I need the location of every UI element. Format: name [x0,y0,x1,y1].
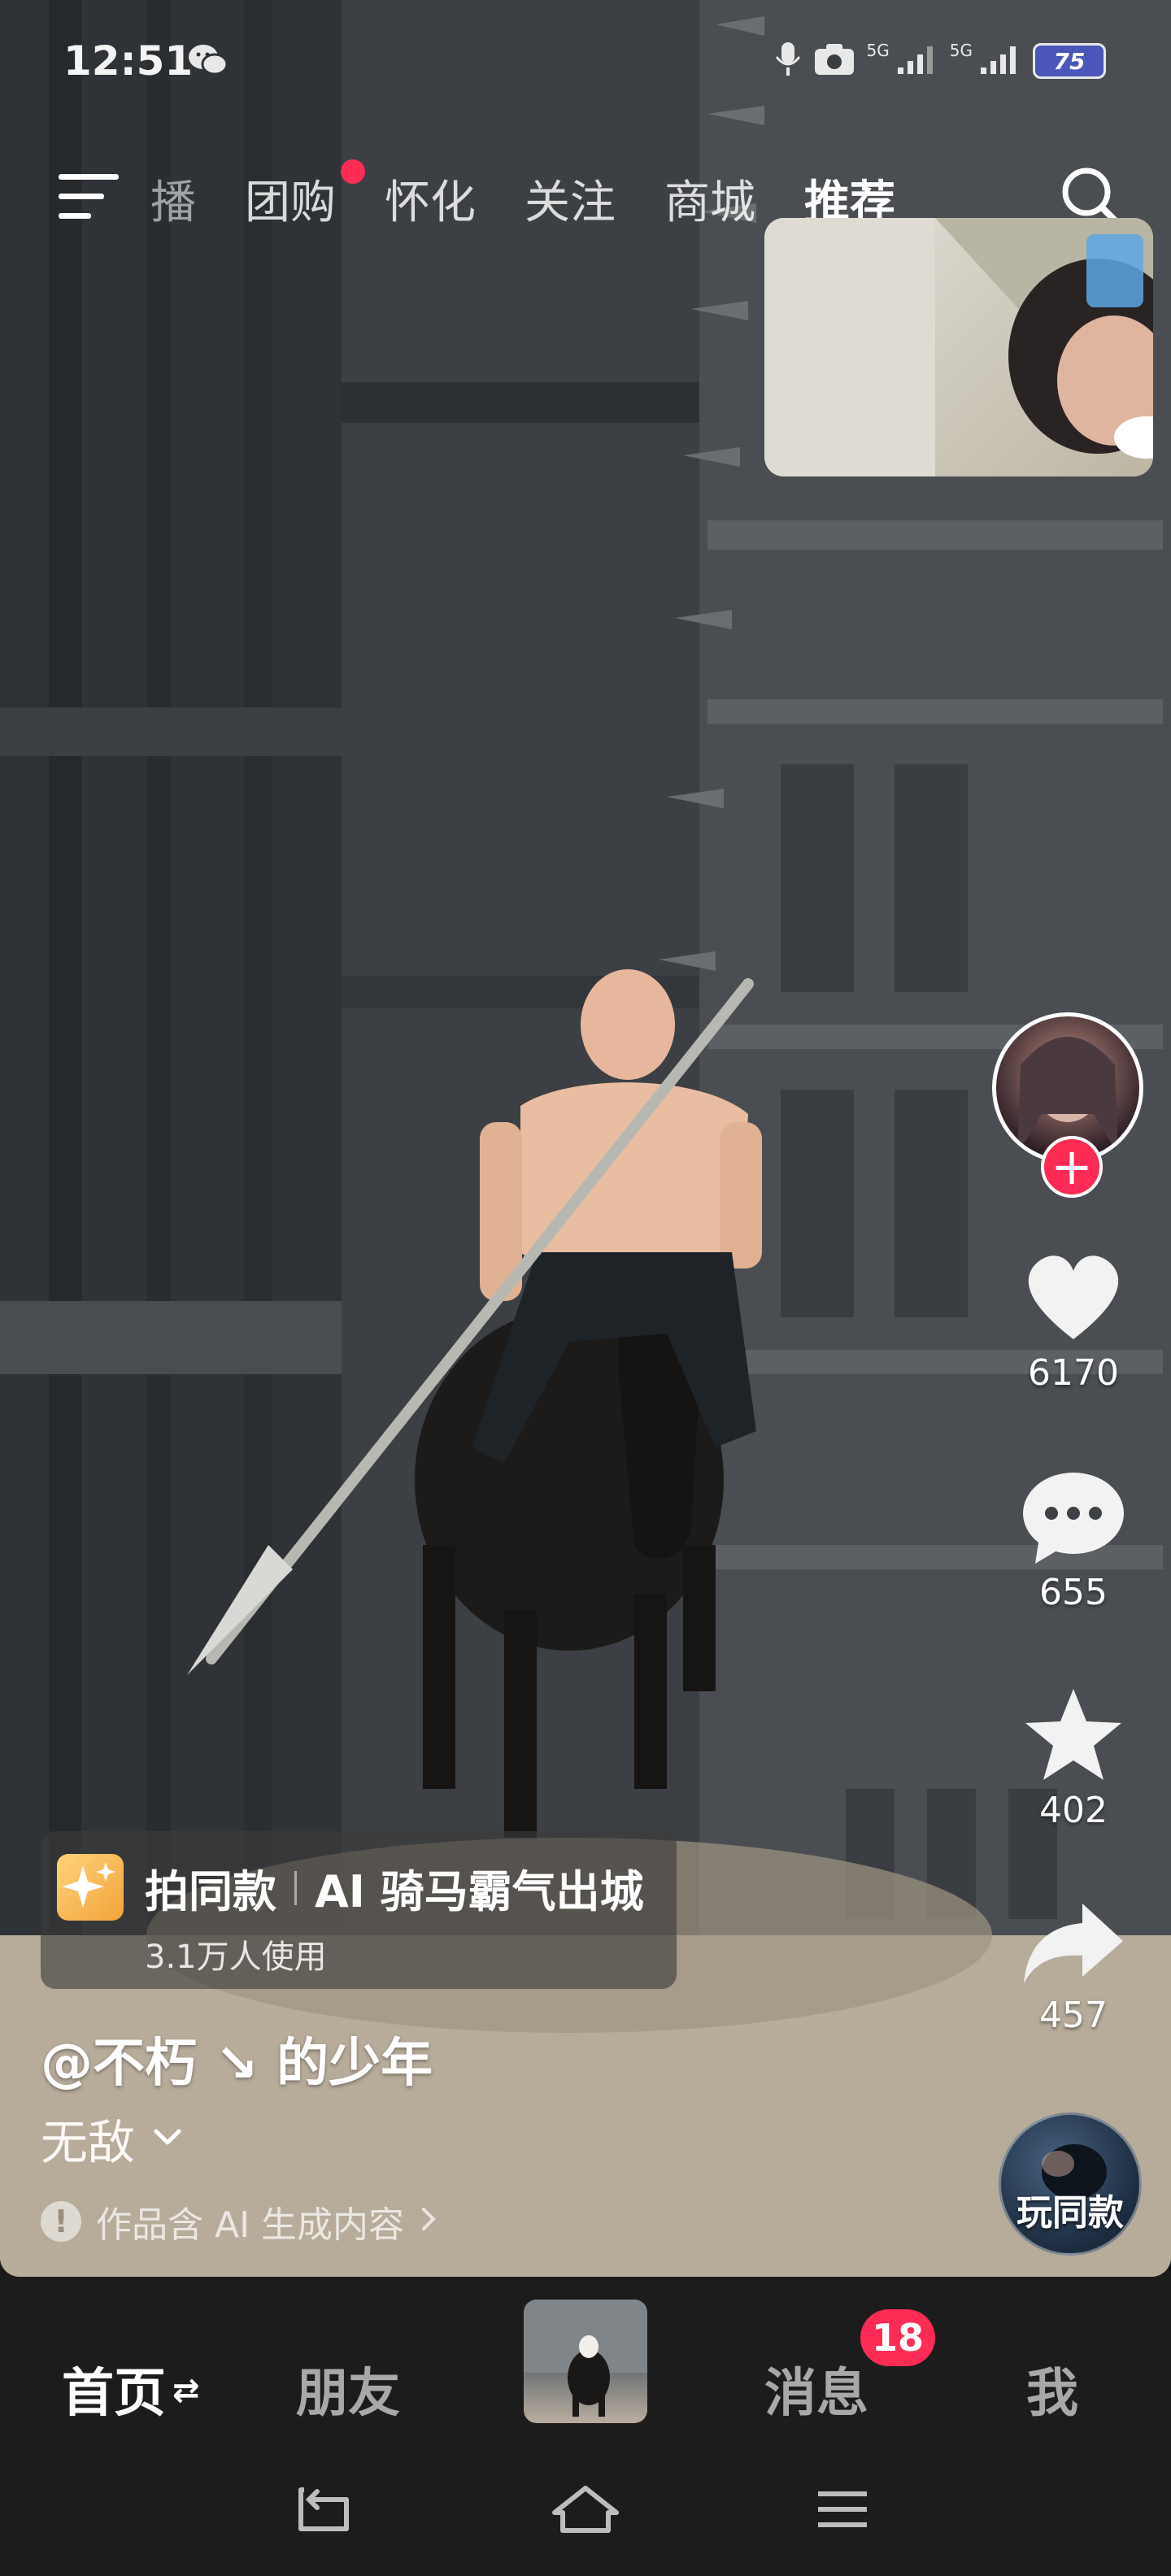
info-icon: ! [41,2201,81,2242]
caption-row[interactable]: 无敌 [41,2104,185,2173]
favorite-action[interactable]: 402 [984,1686,1163,1831]
douyin-video-screen: 12:51 5G 5G 75 播 团购 怀化 关注 商城 推荐 + 6170 6… [0,0,1171,2576]
comment-count: 655 [1039,1572,1108,1613]
share-action[interactable]: 457 [984,1899,1163,2036]
follow-button[interactable]: + [1041,1136,1103,1198]
ai-content-notice[interactable]: ! 作品含 AI 生成内容 [41,2195,440,2247]
tab-mall[interactable]: 商城 [664,166,755,232]
divider [294,1870,297,1905]
recents-icon[interactable] [813,2483,872,2539]
tab-home[interactable]: 首页 ⇄ [62,2352,200,2426]
system-navigation-bar [0,2448,1171,2576]
status-bar: 12:51 5G 5G 75 [0,0,1171,130]
signal-icon-2 [979,43,1021,79]
tab-live[interactable]: 播 [150,166,196,232]
caption-text: 无敌 [41,2115,136,2170]
create-button[interactable] [524,2300,647,2423]
play-same-label: 玩同款 [1016,2192,1124,2234]
tab-group-buy[interactable]: 团购 [245,159,365,232]
sparkle-icon [57,1854,124,1921]
play-same-button[interactable]: 玩同款 [999,2113,1142,2256]
status-time: 12:51 [63,37,194,85]
wechat-icon [187,42,229,81]
like-action[interactable]: 6170 [984,1248,1163,1394]
tab-following[interactable]: 关注 [525,166,616,232]
notification-dot [341,159,365,184]
star-icon [1021,1686,1126,1786]
battery-icon: 75 [1033,43,1106,79]
switch-icon: ⇄ [172,2372,200,2409]
favorite-count: 402 [1039,1790,1108,1831]
ai-notice-text: 作品含 AI 生成内容 [96,2204,405,2246]
network-type: 5G [866,41,890,60]
author-name[interactable]: @不朽 ↘ 的少年 [41,2021,433,2096]
status-icons: 5G 5G 75 [774,41,1106,81]
network-type-2: 5G [949,41,973,60]
chevron-right-icon [419,2201,440,2243]
share-icon [1021,1899,1126,1991]
camera-preview-image [764,218,1153,476]
like-count: 6170 [1028,1352,1119,1394]
messages-badge: 18 [860,2309,936,2366]
create-thumbnail [524,2300,647,2417]
chevron-down-icon [150,2125,185,2152]
menu-icon[interactable] [55,171,124,226]
heart-icon [1021,1248,1126,1349]
tab-home-label: 首页 [62,2364,166,2424]
bottom-tab-bar: 首页 ⇄ 朋友 消息 18 我 [0,2277,1171,2448]
signal-icon [896,43,938,79]
tab-me[interactable]: 我 [1026,2352,1078,2426]
share-count: 457 [1039,1995,1108,2036]
tab-messages[interactable]: 消息 [764,2352,868,2426]
back-icon[interactable] [293,2483,358,2539]
shoot-same-label: 拍同款 [145,1866,276,1917]
effect-template-pill[interactable]: 拍同款 AI 骑马霸气出城 3.1万人使用 [41,1831,677,1989]
tab-friends[interactable]: 朋友 [296,2352,400,2426]
tab-local[interactable]: 怀化 [385,166,476,232]
effect-name: AI 骑马霸气出城 [315,1866,644,1917]
comment-action[interactable]: 655 [984,1468,1163,1613]
comment-icon [1021,1468,1126,1569]
camera-preview-window[interactable] [764,218,1153,476]
tab-group-buy-label: 团购 [245,176,336,229]
mic-icon [774,41,802,81]
effect-title: 拍同款 AI 骑马霸气出城 [145,1856,644,1920]
camera-icon [813,42,855,80]
home-icon[interactable] [551,2483,620,2539]
effect-usage-count: 3.1万人使用 [145,1939,327,1976]
